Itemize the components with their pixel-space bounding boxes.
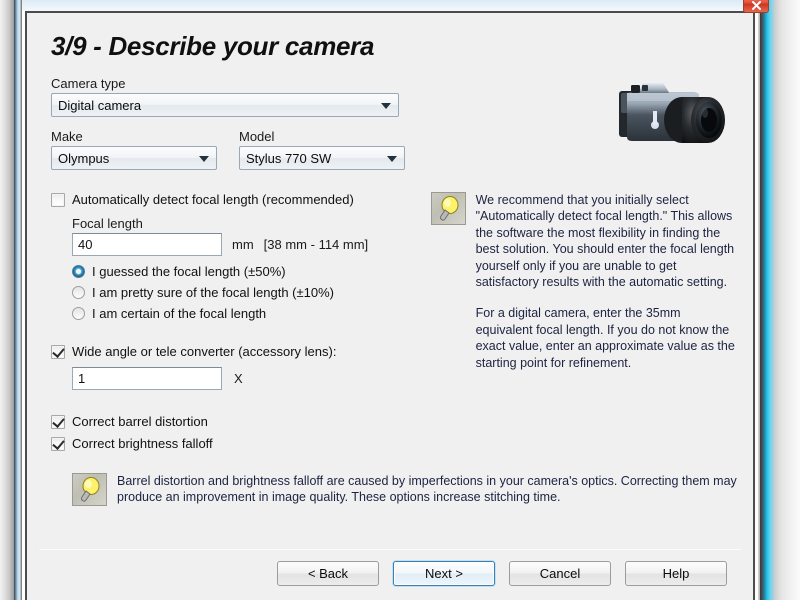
focal-length-label: Focal length	[72, 216, 143, 231]
model-value: Stylus 770 SW	[246, 150, 332, 166]
page-title: 3/9 - Describe your camera	[51, 31, 375, 61]
help-paragraph-bottom: Barrel distortion and brightness falloff…	[117, 474, 737, 505]
close-icon	[751, 1, 761, 10]
radio-icon	[72, 307, 85, 320]
correct-barrel-distortion-checkbox[interactable]: Correct barrel distortion	[51, 414, 421, 429]
auto-detect-focal-checkbox[interactable]: Automatically detect focal length (recom…	[51, 192, 421, 207]
model-select[interactable]: Stylus 770 SW	[239, 146, 405, 170]
chevron-down-icon	[387, 156, 397, 162]
help-paragraph-2: For a digital camera, enter the 35mm equ…	[475, 306, 735, 370]
window-border-left-glass	[14, 0, 22, 600]
chevron-down-icon	[199, 156, 209, 162]
model-label: Model	[239, 129, 275, 144]
make-value: Olympus	[58, 150, 110, 166]
focal-length-input[interactable]: 40	[72, 233, 222, 256]
chevron-down-icon	[381, 103, 391, 109]
converter-factor-input[interactable]: 1	[72, 367, 222, 390]
lightbulb-icon	[72, 473, 107, 506]
make-select[interactable]: Olympus	[51, 146, 217, 170]
correct-brightness-falloff-label: Correct brightness falloff	[72, 436, 213, 451]
converter-factor-value: 1	[78, 371, 86, 386]
focal-length-range: [38 mm - 114 mm]	[263, 237, 369, 252]
cancel-button[interactable]: Cancel	[509, 560, 611, 586]
close-button[interactable]	[743, 0, 769, 13]
focal-length-help-text: We recommend that you initially select "…	[476, 192, 737, 451]
desktop-background: 3/9 - Describe your camera Camera type D…	[0, 0, 800, 600]
camera-type-value: Digital camera	[58, 97, 142, 113]
confidence-option-label: I guessed the focal length (±50%)	[92, 264, 286, 279]
camera-wizard-dialog: 3/9 - Describe your camera Camera type D…	[25, 11, 755, 600]
window-border-right	[760, 0, 800, 600]
distortion-help-text: Barrel distortion and brightness falloff…	[117, 473, 737, 506]
confidence-option-pretty-sure[interactable]: I am pretty sure of the focal length (±1…	[72, 285, 421, 300]
camera-type-select[interactable]: Digital camera	[51, 93, 399, 117]
help-button[interactable]: Help	[625, 560, 727, 586]
focal-length-value: 40	[78, 237, 93, 252]
next-button[interactable]: Next >	[393, 560, 495, 586]
lightbulb-icon	[430, 192, 466, 225]
confidence-option-guessed[interactable]: I guessed the focal length (±50%)	[72, 264, 421, 279]
confidence-option-label: I am certain of the focal length	[92, 306, 267, 321]
checkbox-icon	[51, 414, 65, 429]
camera-type-label: Camera type	[51, 76, 126, 91]
camera-illustration	[607, 63, 737, 168]
help-paragraph-1: We recommend that you initially select "…	[475, 193, 735, 290]
confidence-option-label: I am pretty sure of the focal length (±1…	[92, 285, 334, 300]
confidence-option-certain[interactable]: I am certain of the focal length	[72, 306, 421, 321]
button-bar: < Back Next > Cancel Help	[27, 550, 753, 600]
converter-unit: X	[234, 371, 243, 386]
auto-detect-focal-label: Automatically detect focal length (recom…	[72, 192, 354, 207]
focal-length-help-panel: We recommend that you initially select "…	[430, 192, 737, 451]
converter-label: Wide angle or tele converter (accessory …	[72, 344, 337, 359]
correct-brightness-falloff-checkbox[interactable]: Correct brightness falloff	[51, 436, 421, 451]
checkbox-icon	[51, 192, 65, 207]
radio-icon	[72, 265, 85, 278]
back-button[interactable]: < Back	[277, 560, 379, 586]
distortion-help-panel: Barrel distortion and brightness falloff…	[72, 473, 737, 506]
checkbox-icon	[51, 344, 65, 359]
checkbox-icon	[51, 436, 65, 451]
focal-length-unit: mm	[232, 237, 254, 252]
correct-barrel-distortion-label: Correct barrel distortion	[72, 414, 208, 429]
dialog-content: 3/9 - Describe your camera Camera type D…	[27, 13, 753, 549]
converter-checkbox[interactable]: Wide angle or tele converter (accessory …	[51, 344, 421, 359]
radio-icon	[72, 286, 85, 299]
make-label: Make	[51, 129, 83, 144]
window-titlebar-glass	[22, 0, 758, 11]
